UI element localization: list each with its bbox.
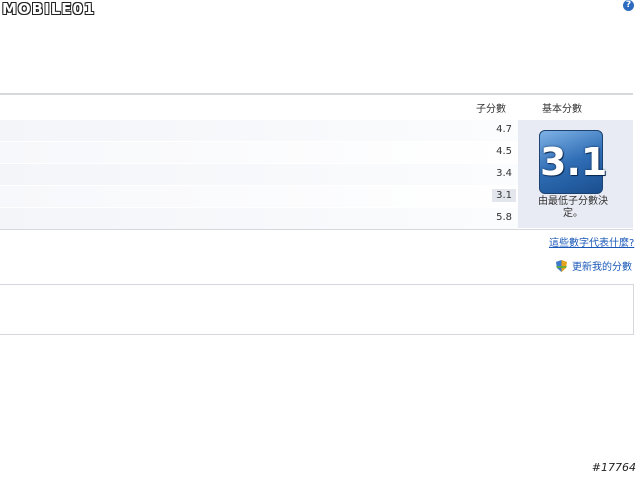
table-row: 4.5	[0, 142, 518, 163]
score-grid: 子分數 基本分數 4.7 4.5 3.4 3.1 5.8 3.1 由最低子分數決…	[0, 93, 633, 230]
shield-icon	[556, 259, 567, 272]
subscore-value: 4.7	[496, 124, 512, 135]
refresh-score-button[interactable]: 更新我的分數	[556, 258, 632, 273]
base-score-tile: 3.1	[539, 130, 607, 194]
base-score-caption: 由最低子分數決定。	[538, 196, 608, 219]
image-id-tag: #17764	[591, 461, 636, 474]
grid-header: 子分數 基本分數	[0, 95, 633, 119]
watermark-logo: MOBILE01	[2, 0, 96, 18]
grid-body: 4.7 4.5 3.4 3.1 5.8	[0, 120, 518, 229]
subscore-value: 4.5	[496, 146, 512, 157]
table-row: 4.7	[0, 120, 518, 141]
subscore-value: 3.4	[496, 168, 512, 179]
help-icon[interactable]: ?	[623, 0, 634, 11]
subscore-value-lowest: 3.1	[492, 189, 516, 202]
subscore-value: 5.8	[496, 212, 512, 223]
table-row: 3.4	[0, 164, 518, 185]
refresh-score-label: 更新我的分數	[572, 262, 632, 273]
empty-panel	[0, 284, 634, 335]
base-score-panel: 3.1 由最低子分數決定。	[518, 120, 633, 228]
subscore-column-header: 子分數	[476, 104, 506, 115]
base-score-column-header: 基本分數	[542, 104, 582, 115]
what-do-numbers-mean-link[interactable]: 這些數字代表什麼?	[549, 234, 634, 249]
table-row: 3.1	[0, 186, 518, 207]
table-row: 5.8	[0, 208, 518, 229]
